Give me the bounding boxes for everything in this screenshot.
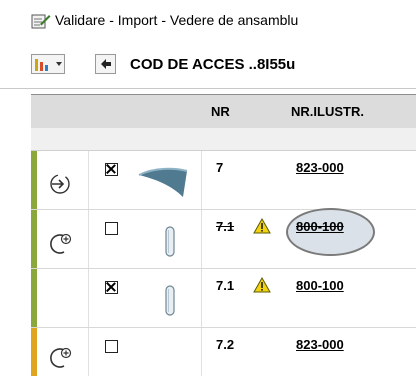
cell-nr: 7 bbox=[216, 160, 224, 175]
import-arrow-icon bbox=[50, 174, 70, 194]
column-divider bbox=[88, 151, 89, 209]
status-bar bbox=[31, 328, 37, 376]
add-part-icon bbox=[50, 347, 72, 368]
app-icon bbox=[31, 14, 51, 29]
chevron-down-icon bbox=[56, 62, 62, 66]
column-header-nr[interactable]: NR bbox=[211, 95, 230, 128]
toolbar-divider bbox=[0, 88, 416, 89]
status-bar bbox=[31, 151, 37, 209]
column-divider bbox=[88, 210, 89, 268]
column-header-nr-ilustr[interactable]: NR.ILUSTR. bbox=[291, 95, 364, 128]
column-divider bbox=[201, 210, 202, 268]
cell-nr: 7.1 bbox=[216, 278, 235, 293]
table-row[interactable]: 7.1 800-100 bbox=[31, 208, 416, 269]
title-bar: Validare - Import - Vedere de ansamblu bbox=[0, 0, 416, 44]
back-button[interactable] bbox=[95, 54, 116, 74]
part-thumbnail[interactable] bbox=[164, 224, 176, 258]
table-row[interactable]: 7.2 823-000 bbox=[31, 328, 416, 376]
column-divider bbox=[88, 328, 89, 376]
group-header-row bbox=[31, 128, 416, 151]
chart-view-dropdown-button[interactable] bbox=[31, 54, 65, 74]
status-bar bbox=[31, 210, 37, 268]
column-divider bbox=[88, 269, 89, 327]
cell-nr-ilustr-link[interactable]: 823-000 bbox=[296, 337, 344, 352]
row-checkbox[interactable] bbox=[105, 281, 118, 294]
bar-chart-icon bbox=[35, 59, 48, 71]
table-header: NR NR.ILUSTR. bbox=[31, 94, 416, 129]
row-checkbox[interactable] bbox=[105, 340, 118, 353]
column-divider bbox=[201, 328, 202, 376]
cell-nr-ilustr-link[interactable]: 800-100 bbox=[296, 278, 344, 293]
column-divider bbox=[201, 269, 202, 327]
access-code-label: COD DE ACCES ..8I55u bbox=[130, 56, 296, 73]
column-divider bbox=[201, 151, 202, 209]
warning-icon bbox=[253, 218, 271, 234]
row-checkbox[interactable] bbox=[105, 222, 118, 235]
toolbar: COD DE ACCES ..8I55u bbox=[0, 44, 416, 84]
cell-nr-ilustr-link[interactable]: 800-100 bbox=[296, 219, 344, 234]
cell-nr: 7.2 bbox=[216, 337, 235, 352]
validation-window: Validare - Import - Vedere de ansamblu C… bbox=[0, 0, 416, 376]
window-title: Validare - Import - Vedere de ansamblu bbox=[55, 12, 299, 28]
part-thumbnail[interactable] bbox=[164, 283, 176, 317]
status-bar bbox=[31, 269, 37, 327]
warning-icon bbox=[253, 277, 271, 293]
row-checkbox[interactable] bbox=[105, 163, 118, 176]
add-part-icon bbox=[50, 233, 72, 254]
table-row[interactable]: 7.1 800-100 bbox=[31, 269, 416, 328]
part-thumbnail[interactable] bbox=[137, 165, 189, 199]
back-arrow-icon bbox=[101, 59, 111, 69]
table-row[interactable]: 7 823-000 bbox=[31, 151, 416, 210]
cell-nr-ilustr-link[interactable]: 823-000 bbox=[296, 160, 344, 175]
cell-nr: 7.1 bbox=[216, 219, 235, 234]
